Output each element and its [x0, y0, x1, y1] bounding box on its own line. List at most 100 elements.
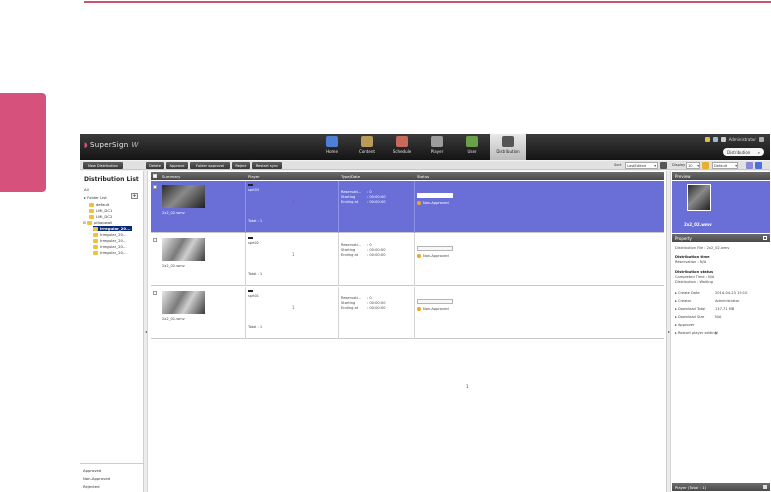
cell-divider	[414, 287, 415, 339]
nav-distribution[interactable]: Distribution	[490, 134, 526, 160]
tree-item-folder[interactable]: Irregular_20...	[93, 250, 127, 255]
expand-icon[interactable]	[763, 485, 767, 489]
nav-content[interactable]: Content	[350, 134, 384, 160]
starting-label: Starting	[341, 248, 356, 252]
display-count-select[interactable]: 10 ▾	[686, 162, 700, 169]
ending-label: Ending at	[341, 253, 359, 257]
player-total: Total : 1	[248, 325, 263, 329]
player-name: sprt03	[248, 188, 259, 192]
prop-download-total-value: 137.71 MB	[715, 307, 735, 311]
notice-icon[interactable]	[712, 137, 718, 142]
table-row[interactable]: 2x2_02.wmv sprt02 1 Total : 1 Reservati.…	[151, 234, 664, 286]
prop-distribution-file: Distribution File : 2x2_02.wmv	[675, 246, 730, 250]
prop-creator-value: Administrator	[715, 299, 740, 303]
header-type-date[interactable]: Type/Date	[341, 174, 360, 179]
cell-divider	[245, 181, 246, 233]
logout-icon[interactable]	[759, 137, 764, 142]
display-mode-icon[interactable]	[702, 162, 709, 169]
filter-non-approved[interactable]: Non-Approved	[83, 476, 110, 481]
chevron-down-icon: ▾	[735, 163, 737, 168]
filter-rejected[interactable]: Rejected	[83, 484, 100, 489]
prop-download-size-value: N/A	[715, 315, 722, 319]
header-summary[interactable]: Summary	[162, 174, 180, 179]
page-number[interactable]: 1	[466, 384, 469, 389]
status-badge: Non-Approved	[417, 254, 449, 258]
prop-distribution-status-title: Distribution status	[675, 270, 714, 274]
sort-select[interactable]: LastEdited ▾	[625, 162, 658, 169]
content-file-name: 2x2_01.wmv	[162, 317, 185, 321]
header-status[interactable]: Status	[417, 174, 429, 179]
display-label: Display	[672, 163, 686, 167]
grid-view-icon[interactable]	[755, 162, 762, 169]
tree-item-folder[interactable]: Irregular_20...	[93, 244, 127, 249]
player-total-bar[interactable]: Player (Total : 1)	[672, 483, 770, 491]
nav-player[interactable]: Player	[420, 134, 454, 160]
reservation-label: Reservati...	[341, 296, 362, 300]
folder-approval-button[interactable]: Folder approval	[190, 162, 230, 169]
folder-icon	[93, 244, 98, 249]
select-all-checkbox[interactable]	[153, 174, 157, 178]
right-panel-collapse[interactable]: ▸	[667, 171, 671, 492]
reservation-value: : 0	[367, 296, 372, 300]
row-checkbox[interactable]	[153, 185, 157, 189]
row-checkbox[interactable]	[153, 238, 157, 242]
list-view-icon[interactable]	[746, 162, 753, 169]
prop-completed-time: Completed Time : N/A	[675, 275, 715, 279]
row-checkbox[interactable]	[153, 291, 157, 295]
ending-value: : 00:00:00	[367, 253, 386, 257]
all-item[interactable]: All	[84, 187, 89, 192]
table-row[interactable]: 2x2_01.wmv sprt01 1 Total : 1 Reservati.…	[151, 287, 664, 339]
prop-restart-label: ▸ Restart player setting	[675, 331, 717, 335]
approve-button[interactable]: Approve	[166, 162, 188, 169]
left-panel-collapse[interactable]: ◂	[144, 171, 148, 492]
status-badge: Non-Approved	[417, 201, 449, 205]
tree-item-folder[interactable]: Irregular_20...	[93, 238, 127, 243]
gear-icon[interactable]	[720, 137, 726, 142]
top-rule	[84, 1, 771, 3]
tree-item-folder[interactable]: default	[89, 202, 109, 207]
sort-order-icon[interactable]	[660, 162, 667, 169]
table-row[interactable]: 2x2_02.wmv sprt03 1 Total : 1 Reservati.…	[151, 181, 664, 233]
folder-icon	[93, 250, 98, 255]
folder-icon	[89, 214, 94, 219]
tree-item-folder[interactable]: LMI_DC1	[89, 208, 112, 213]
folder-list-toggle[interactable]: ▸ Folder List	[84, 195, 107, 200]
nav-user[interactable]: User	[455, 134, 489, 160]
header-bar: ◗ SuperSign W Home Content Schedule Player…	[80, 134, 770, 160]
preview-area: 2x2_02.wmv	[672, 181, 770, 233]
ending-label: Ending at	[341, 200, 359, 204]
reject-button[interactable]: Reject	[232, 162, 250, 169]
admin-name[interactable]: Administrator	[729, 137, 756, 142]
player-count-mark: 1	[292, 199, 295, 204]
progress-bar	[417, 246, 453, 251]
delete-button[interactable]: Delete	[146, 162, 164, 169]
tree-item-selected[interactable]: Irregular_20...	[93, 226, 133, 231]
preview-file-name: 2x2_02.wmv	[684, 222, 712, 227]
tree-item-folder[interactable]: LMI_DC2	[89, 214, 112, 219]
folder-icon	[93, 226, 98, 231]
tree-item-folder[interactable]: ⊟ plitapwall	[83, 220, 112, 225]
view-select[interactable]: Default ▾	[712, 162, 738, 169]
header-player[interactable]: Player	[248, 174, 260, 179]
filter-approved[interactable]: Approved	[83, 468, 101, 473]
home-icon	[326, 136, 338, 147]
add-folder-button[interactable]: +	[131, 193, 138, 199]
nav-home[interactable]: Home	[315, 134, 349, 160]
player-name: sprt02	[248, 241, 259, 245]
expand-icon[interactable]	[763, 236, 767, 240]
panel-title: Distribution List	[84, 176, 139, 183]
distribution-list-panel: Distribution List All ▸ Folder List + de…	[80, 171, 144, 492]
cell-divider	[338, 234, 339, 286]
cell-divider	[245, 234, 246, 286]
progress-bar	[417, 299, 453, 304]
new-distribution-button[interactable]: New Distribution	[83, 162, 123, 169]
schedule-icon	[396, 136, 408, 147]
help-icon[interactable]	[704, 137, 710, 142]
restart-sync-button[interactable]: Restart sync	[252, 162, 282, 169]
nav-schedule[interactable]: Schedule	[385, 134, 419, 160]
warning-icon	[417, 307, 421, 311]
tree-item-folder[interactable]: Irregular_20...	[93, 232, 127, 237]
distribution-select[interactable]: Distribution ⌕	[723, 148, 764, 156]
content-file-name: 2x2_02.wmv	[162, 264, 185, 268]
reservation-label: Reservati...	[341, 190, 362, 194]
